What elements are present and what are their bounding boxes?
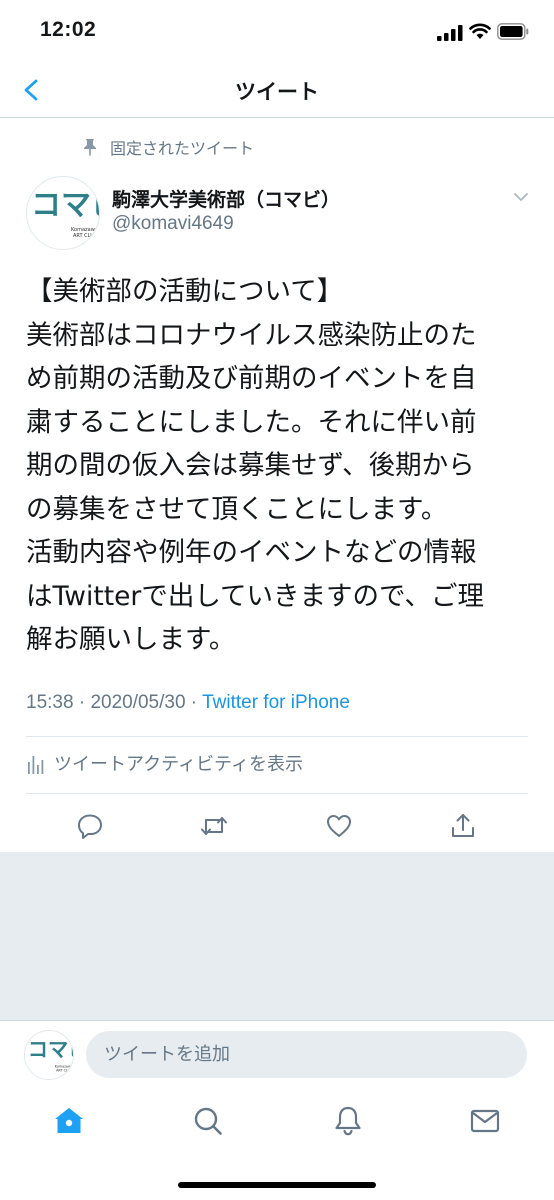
divider	[26, 793, 528, 794]
tweet-text-line: 解お願いします。	[26, 624, 236, 655]
empty-replies-area	[0, 852, 554, 1020]
wifi-icon	[469, 23, 491, 39]
share-icon[interactable]	[449, 812, 477, 840]
tweet-activity-link[interactable]: ツイートアクティビティを表示	[28, 748, 303, 778]
divider	[26, 736, 528, 737]
tweet-text-line: 粛することにしました。それに伴い前	[26, 406, 477, 438]
tweet-text-line: 美術部はコロナウイルス感染防止のた	[26, 319, 477, 351]
tweet-meta: 15:38 · 2020/05/30 · Twitter for iPhone	[26, 692, 350, 714]
nav-bar: ツイート	[0, 62, 554, 118]
tab-bar	[0, 1094, 554, 1154]
svg-text:ART CLUB: ART CLUB	[73, 233, 98, 239]
analytics-icon	[28, 756, 44, 774]
meta-separator: ·	[185, 692, 203, 713]
display-name[interactable]: 駒澤大学美術部（コマビ）	[112, 185, 340, 212]
messages-icon[interactable]	[468, 1104, 502, 1138]
tweet-text-line: め前期の活動及び前期のイベントを自	[26, 363, 477, 394]
retweet-icon[interactable]	[200, 812, 228, 840]
chevron-down-icon[interactable]	[510, 186, 532, 208]
notifications-icon[interactable]	[331, 1104, 365, 1138]
tweet-text-line: はTwitterで出していきますので、ご理	[26, 580, 484, 612]
meta-separator: ·	[73, 692, 91, 713]
battery-icon	[497, 23, 529, 40]
tweet-text-line: 【美術部の活動について】	[26, 276, 344, 307]
tweet-source-link[interactable]: Twitter for iPhone	[202, 692, 350, 713]
avatar[interactable]: コマビ Komazawa ART CLUB	[26, 176, 100, 250]
svg-text:コマビ: コマビ	[31, 188, 100, 223]
pin-icon	[84, 139, 96, 156]
tweet-text-line: の募集をさせて頂くことにします。	[26, 493, 448, 525]
reply-icon[interactable]	[76, 812, 104, 840]
tweet-activity-label: ツイートアクティビティを表示	[54, 754, 303, 775]
home-icon[interactable]	[52, 1104, 86, 1138]
tweet-text-line: 期の間の仮入会は募集せず、後期から	[26, 450, 475, 481]
pinned-indicator: 固定されたツイート	[82, 136, 254, 158]
like-icon[interactable]	[325, 812, 353, 840]
tweet-text-line: 活動内容や例年のイベントなどの情報	[26, 537, 477, 568]
handle[interactable]: @komavi4649	[112, 213, 234, 235]
search-icon[interactable]	[191, 1104, 225, 1138]
cellular-signal-icon	[437, 25, 463, 41]
status-time: 12:02	[40, 18, 97, 41]
tweet-text: 【美術部の活動について】 美術部はコロナウイルス感染防止のた め前期の活動及び前…	[26, 270, 532, 662]
pinned-label: 固定されたツイート	[110, 139, 255, 158]
reply-input[interactable]	[86, 1031, 527, 1078]
tweet-time: 15:38	[26, 692, 74, 713]
tweet-date: 2020/05/30	[90, 692, 186, 713]
user-avatar[interactable]: コマビ Komazawa ART CLUB	[24, 1030, 74, 1080]
avatar-logo-icon: コマビ Komazawa ART CLUB	[27, 177, 100, 249]
home-indicator	[178, 1182, 376, 1188]
tweet-action-bar	[0, 806, 554, 846]
page-title: ツイート	[235, 80, 319, 104]
svg-text:コマビ: コマビ	[28, 1038, 74, 1062]
status-bar: 12:02	[0, 0, 554, 62]
avatar-logo-icon: コマビ Komazawa ART CLUB	[25, 1031, 74, 1079]
